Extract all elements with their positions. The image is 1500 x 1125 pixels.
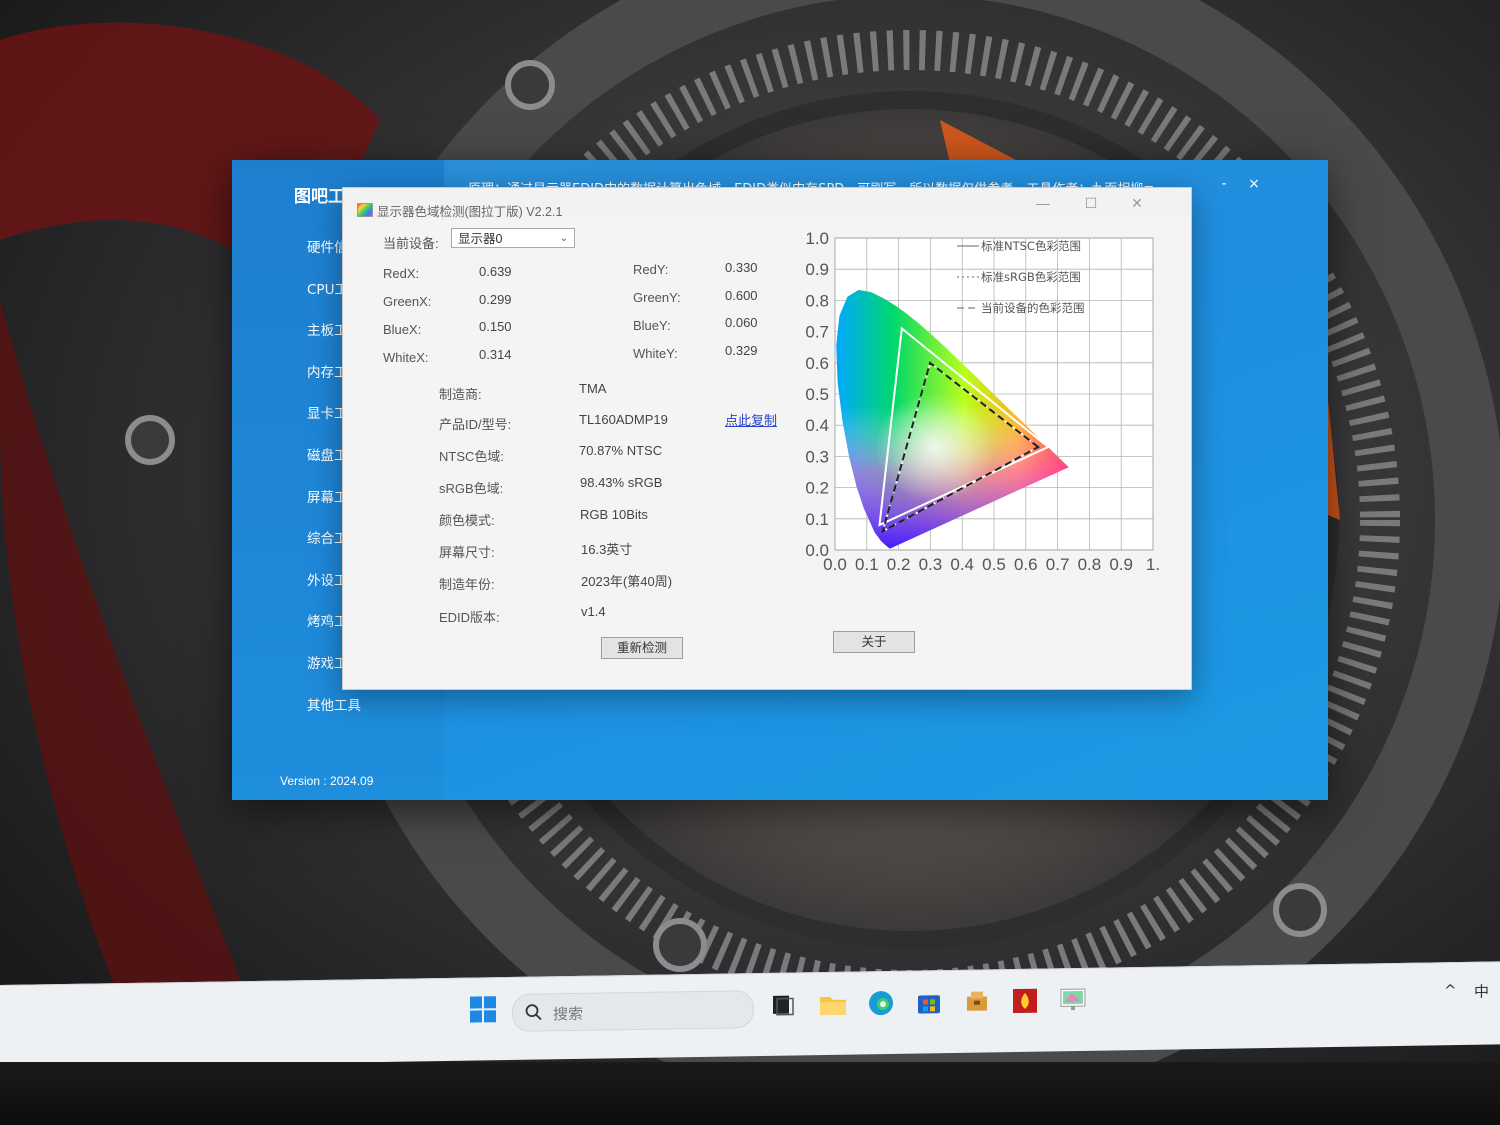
ime-indicator[interactable]: 中 — [1474, 981, 1489, 1002]
info-label-edid: EDID版本: — [439, 610, 500, 625]
toolbox-version: Version : 2024.09 — [280, 774, 374, 788]
greeny-value: 0.600 — [725, 288, 758, 303]
microsoft-store-icon[interactable] — [914, 987, 944, 1017]
x-tick-label: 0.3 — [919, 555, 943, 574]
bluey-label: BlueY: — [633, 318, 671, 333]
recheck-button[interactable]: 重新检测 — [601, 637, 683, 659]
info-value-product: TL160ADMP19 — [579, 412, 668, 427]
cie-chromaticity-chart: 0.0 0.1 0.2 0.3 0.4 0.5 0.6 0.7 0.8 0.9 1.0.00.10.… — [805, 229, 1160, 574]
y-tick-label: 0.9 — [805, 260, 829, 279]
file-explorer-icon[interactable] — [818, 989, 848, 1019]
y-tick-label: 0.0 — [805, 541, 829, 560]
device-label: 当前设备: — [383, 236, 439, 251]
y-tick-label: 0.3 — [805, 447, 829, 466]
redy-value: 0.330 — [725, 260, 758, 275]
y-tick-label: 0.5 — [805, 385, 829, 404]
x-tick-label: 0.1 — [855, 555, 879, 574]
gamut-app-icon — [357, 203, 373, 217]
x-tick-label: 0.5 — [982, 555, 1006, 574]
gamut-title: 显示器色域检测(图拉丁版) V2.2.1 — [377, 205, 563, 219]
y-tick-label: 0.7 — [805, 323, 829, 342]
greenx-value: 0.299 — [479, 292, 512, 307]
whitex-label: WhiteX: — [383, 350, 429, 365]
info-label-year: 制造年份: — [439, 577, 495, 592]
bluey-value: 0.060 — [725, 315, 758, 330]
info-value-colormode: RGB 10Bits — [580, 507, 648, 522]
legend-label: 标准sRGB色彩范围 — [981, 270, 1081, 284]
info-value-year: 2023年(第40周) — [581, 574, 673, 589]
task-view-icon[interactable] — [768, 989, 798, 1019]
toolbox-minimize-button[interactable]: - — [1212, 176, 1236, 192]
x-tick-label: 0.8 — [1078, 555, 1102, 574]
gamut-minimize-button[interactable]: — — [1029, 195, 1057, 211]
windows-start-icon[interactable] — [468, 994, 498, 1024]
y-tick-label: 0.4 — [805, 416, 829, 435]
gamut-maximize-button[interactable]: ☐ — [1077, 195, 1105, 212]
legend-label: 标准NTSC色彩范围 — [981, 239, 1081, 253]
chevron-down-icon: ⌄ — [559, 233, 568, 244]
y-tick-label: 0.8 — [805, 291, 829, 310]
y-tick-label: 0.2 — [805, 479, 829, 498]
tray-chevron-icon[interactable]: ^ — [1444, 981, 1457, 999]
info-label-colormode: 颜色模式: — [439, 513, 495, 528]
gamut-app-taskbar-icon[interactable] — [1058, 985, 1088, 1015]
toolbox-app-icon[interactable] — [962, 986, 992, 1016]
gamut-close-button[interactable]: ✕ — [1123, 195, 1151, 212]
greenx-label: GreenX: — [383, 294, 432, 309]
y-tick-label: 1.0 — [805, 229, 829, 248]
bluex-value: 0.150 — [479, 319, 512, 334]
toolbox-close-button[interactable]: × — [1242, 176, 1266, 192]
legend-label: 当前设备的色彩范围 — [981, 301, 1085, 315]
edge-browser-icon[interactable] — [866, 988, 896, 1018]
redy-label: RedY: — [633, 262, 669, 277]
gamut-titlebar[interactable]: 显示器色域检测(图拉丁版) V2.2.1 — ☐ ✕ — [343, 188, 1191, 219]
x-tick-label: 0.4 — [950, 555, 974, 574]
info-value-size: 16.3英寸 — [581, 542, 633, 557]
taskbar-search[interactable]: 搜索 — [512, 990, 754, 1032]
copy-link[interactable]: 点此复制 — [725, 410, 777, 429]
whitey-value: 0.329 — [725, 343, 758, 358]
x-tick-label: 0.7 — [1046, 555, 1070, 574]
monitor-bezel — [0, 1062, 1500, 1125]
x-tick-label: 0.2 — [887, 555, 911, 574]
device-select[interactable]: 显示器0 ⌄ — [451, 228, 575, 248]
search-placeholder: 搜索 — [553, 1004, 584, 1024]
info-label-product: 产品ID/型号: — [439, 417, 512, 432]
about-button[interactable]: 关于 — [833, 631, 915, 653]
device-select-value: 显示器0 — [458, 232, 503, 246]
info-label-ntsc: NTSC色域: — [439, 449, 505, 464]
search-icon — [525, 1004, 542, 1021]
menu-item-other[interactable]: 其他工具 — [232, 686, 444, 728]
info-label-srgb: sRGB色域: — [439, 481, 504, 496]
info-value-ntsc: 70.87% NTSC — [579, 443, 663, 458]
bluex-label: BlueX: — [383, 322, 422, 337]
whitey-label: WhiteY: — [633, 346, 678, 361]
redx-label: RedX: — [383, 266, 420, 281]
x-tick-label: 0.9 — [1109, 555, 1133, 574]
whitex-value: 0.314 — [479, 347, 512, 362]
redx-value: 0.639 — [479, 264, 512, 279]
stress-test-app-icon[interactable] — [1010, 986, 1040, 1016]
y-tick-label: 0.1 — [805, 510, 829, 529]
gamut-dialog: 显示器色域检测(图拉丁版) V2.2.1 — ☐ ✕ 当前设备: 显示器0 ⌄ … — [342, 187, 1192, 690]
info-value-srgb: 98.43% sRGB — [580, 475, 663, 490]
x-tick-label: 0.6 — [1014, 555, 1038, 574]
info-value-maker: TMA — [579, 381, 607, 396]
y-tick-label: 0.6 — [805, 354, 829, 373]
greeny-label: GreenY: — [633, 290, 681, 305]
info-value-edid: v1.4 — [581, 604, 606, 619]
info-label-maker: 制造商: — [439, 387, 482, 402]
x-tick-label: 1. — [1146, 555, 1160, 574]
info-label-size: 屏幕尺寸: — [439, 545, 495, 560]
